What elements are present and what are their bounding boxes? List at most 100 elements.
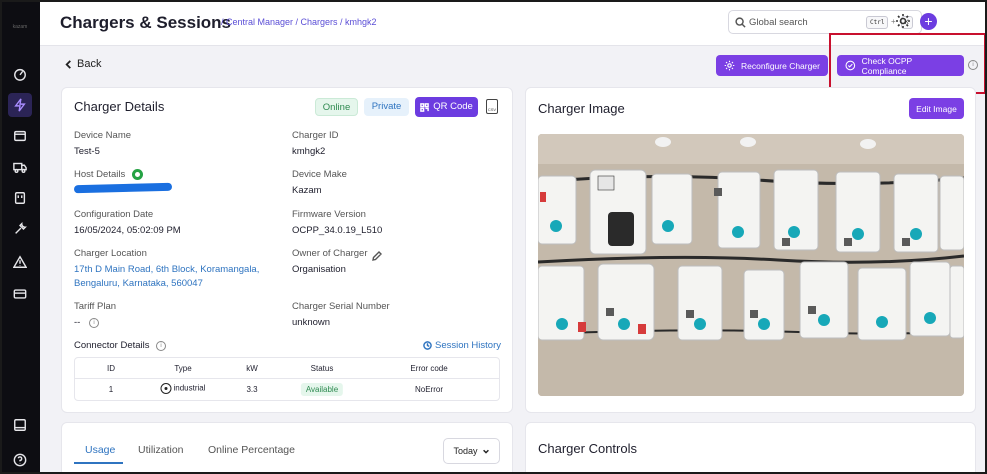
charger-controls-title: Charger Controls <box>538 441 637 456</box>
table-header-status: Status <box>310 364 334 373</box>
serial-number-value: unknown <box>292 317 331 328</box>
add-button[interactable]: + <box>920 13 937 30</box>
csv-download-icon[interactable]: CSV <box>486 99 498 114</box>
tariff-plan-label: Tariff Plan <box>74 301 117 312</box>
card-icon <box>13 289 27 299</box>
charger-photo <box>538 134 964 396</box>
device-name-value: Test-5 <box>74 146 100 157</box>
connector-info-icon[interactable]: i <box>156 341 166 351</box>
sidebar-item-chargers[interactable] <box>8 93 32 117</box>
configuration-date-value: 16/05/2024, 05:02:09 PM <box>74 225 181 236</box>
configuration-date-label: Configuration Date <box>74 209 154 220</box>
charger-photo-illustration <box>538 134 964 396</box>
active-tab-indicator <box>74 462 123 464</box>
session-history-label: Session History <box>435 340 501 351</box>
dashboard-icon <box>14 68 26 81</box>
page-title: Chargers & Sessions <box>60 13 232 32</box>
connector-id: 1 <box>108 385 114 394</box>
owner-label: Owner of Charger <box>292 248 368 259</box>
help-icon <box>13 453 27 467</box>
sidebar: kazam <box>0 0 40 474</box>
connector-details-label: Connector Details <box>74 340 150 351</box>
range-select-value: Today <box>453 446 478 456</box>
sidebar-item-schedule[interactable] <box>8 186 32 210</box>
edit-image-button[interactable]: Edit Image <box>909 98 964 119</box>
qr-icon <box>420 102 430 112</box>
tariff-plan-value: -- <box>74 317 81 328</box>
truck-icon <box>13 162 27 173</box>
connector-type-label: industrial <box>173 383 206 393</box>
calendar-icon <box>14 192 26 204</box>
search-icon <box>735 17 746 28</box>
sidebar-item-alerts[interactable] <box>8 250 32 274</box>
panel-icon <box>14 419 26 431</box>
charger-location-line1[interactable]: 17th D Main Road, 6th Block, Koramangala… <box>74 264 259 275</box>
lightning-icon <box>14 98 26 112</box>
back-button[interactable]: Back <box>64 58 101 70</box>
tab-usage[interactable]: Usage <box>85 444 115 456</box>
tab-online-percentage[interactable]: Online Percentage <box>208 444 295 456</box>
sidebar-item-dashboard[interactable] <box>8 62 32 86</box>
edit-owner-button[interactable] <box>372 248 382 266</box>
host-details-label: Host Details <box>74 169 126 180</box>
sidebar-item-help[interactable] <box>8 448 32 472</box>
tab-utilization[interactable]: Utilization <box>138 444 184 456</box>
whatsapp-icon[interactable] <box>132 169 143 180</box>
reconfigure-charger-button[interactable]: Reconfigure Charger <box>716 55 828 76</box>
sidebar-item-fleet[interactable] <box>8 155 32 179</box>
device-make-label: Device Make <box>292 169 347 180</box>
table-header-kw: kW <box>246 364 258 373</box>
sidebar-item-wallet[interactable] <box>8 124 32 148</box>
search-placeholder: Global search <box>749 17 808 28</box>
chevron-down-icon <box>482 449 489 454</box>
owner-value: Organisation <box>292 264 346 275</box>
breadcrumb[interactable]: / Central Manager / Chargers / kmhgk2 <box>221 17 377 27</box>
back-label: Back <box>77 58 102 70</box>
connector-type: industrial <box>160 383 206 394</box>
table-divider <box>75 378 499 379</box>
chevron-left-icon <box>65 59 71 69</box>
charger-details-title: Charger Details <box>74 99 165 114</box>
charger-id-label: Charger ID <box>292 130 339 141</box>
app-logo: kazam <box>12 24 28 30</box>
connector-table: ID Type kW Status Error code 1 industria… <box>74 357 500 401</box>
connector-status-badge: Available <box>300 383 344 396</box>
sidebar-item-maintenance[interactable] <box>8 217 32 241</box>
table-header-type: Type <box>174 364 192 373</box>
reconfigure-label: Reconfigure Charger <box>741 60 820 71</box>
clock-icon <box>423 341 432 350</box>
pencil-icon <box>372 251 382 261</box>
device-make-value: Kazam <box>292 185 322 196</box>
warning-icon <box>13 255 27 268</box>
charger-image-title: Charger Image <box>538 101 625 116</box>
charger-location-label: Charger Location <box>74 248 147 259</box>
qr-code-button[interactable]: QR Code <box>415 97 478 117</box>
gear-icon <box>896 14 910 28</box>
table-header-id: ID <box>107 364 115 373</box>
device-name-label: Device Name <box>74 130 132 141</box>
tariff-info-icon[interactable]: i <box>89 318 99 328</box>
status-online-badge: Online <box>315 98 358 116</box>
sidebar-item-billing[interactable] <box>8 282 32 306</box>
charger-location-line2[interactable]: Bengaluru, Karnataka, 560047 <box>74 278 203 289</box>
shortcut-ctrl-key: Ctrl <box>866 16 889 29</box>
firmware-value: OCPP_34.0.19_L510 <box>292 225 383 236</box>
serial-number-label: Charger Serial Number <box>292 301 390 312</box>
highlight-box <box>829 33 986 94</box>
status-private-badge: Private <box>364 98 409 116</box>
range-select[interactable]: Today <box>443 438 500 464</box>
session-history-link[interactable]: Session History <box>423 340 501 351</box>
charger-id-value: kmhgk2 <box>292 146 326 157</box>
gear-icon <box>724 60 735 71</box>
connector-error-code: NoError <box>414 385 444 394</box>
wrench-icon <box>15 222 27 234</box>
wallet-icon <box>14 130 26 142</box>
plug-icon <box>160 383 172 394</box>
connector-kw: 3.3 <box>246 385 258 394</box>
settings-button[interactable] <box>895 13 911 29</box>
sidebar-item-panel[interactable] <box>8 413 32 437</box>
table-header-error-code: Error code <box>410 364 448 373</box>
global-search-input[interactable]: Global search Ctrl + K <box>728 10 922 34</box>
qr-label: QR Code <box>433 101 473 112</box>
plus-icon: + <box>924 13 933 29</box>
